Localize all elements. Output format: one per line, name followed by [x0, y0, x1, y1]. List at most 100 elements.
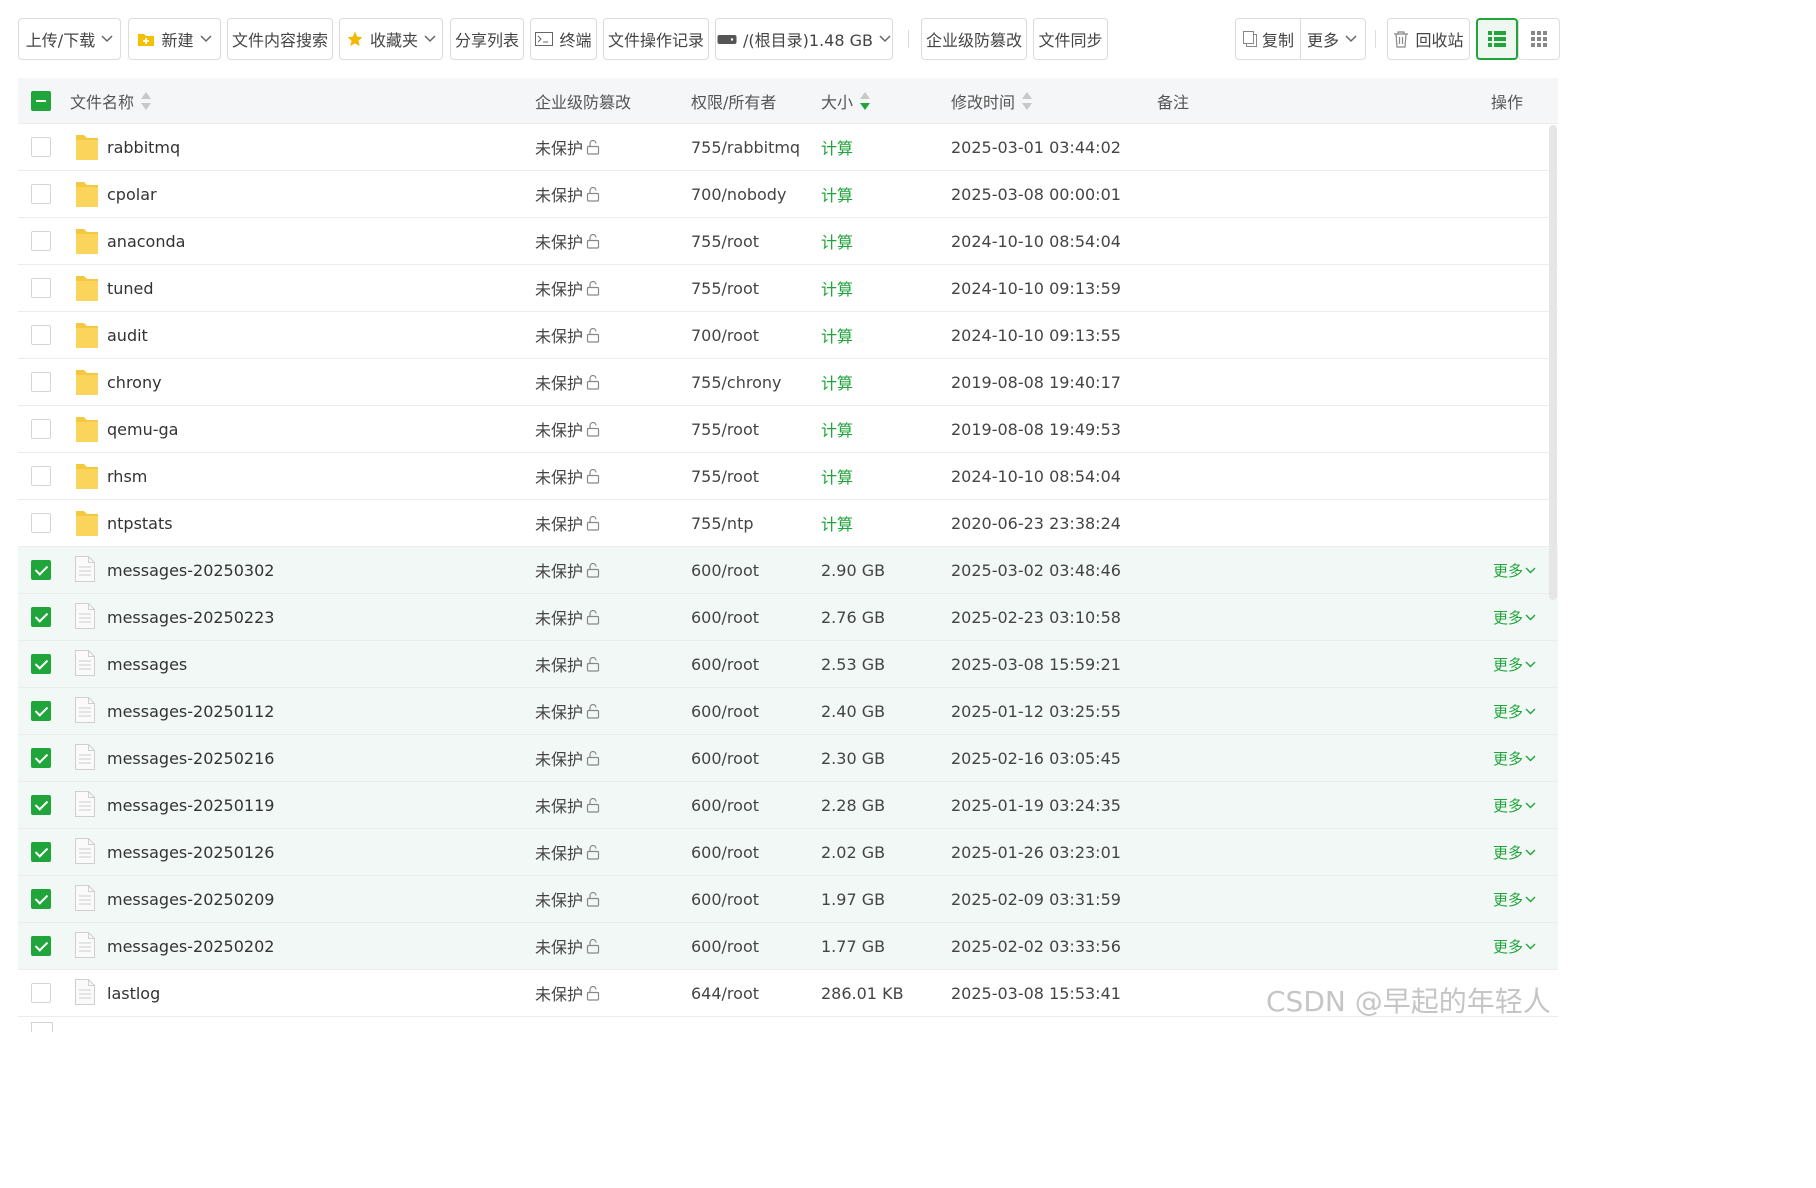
- row-checkbox[interactable]: [31, 325, 51, 345]
- table-row[interactable]: rhsm 未保护 755/root 计算 2024-10-10 08:54:04: [18, 453, 1558, 500]
- protect-status[interactable]: 未保护: [535, 218, 601, 264]
- perm-owner[interactable]: 700/root: [691, 312, 759, 358]
- table-row[interactable]: messages-20250216 未保护 600/root 2.30 GB 2…: [18, 735, 1558, 782]
- table-row[interactable]: audit 未保护 700/root 计算 2024-10-10 09:13:5…: [18, 312, 1558, 359]
- row-checkbox[interactable]: [31, 231, 51, 251]
- recycle-bin-button[interactable]: 回收站: [1387, 18, 1470, 60]
- row-checkbox[interactable]: [31, 748, 51, 768]
- row-more-button[interactable]: 更多: [1493, 735, 1536, 781]
- select-all-checkbox[interactable]: [31, 91, 51, 111]
- row-more-button[interactable]: 更多: [1493, 876, 1536, 922]
- table-row[interactable]: anaconda 未保护 755/root 计算 2024-10-10 08:5…: [18, 218, 1558, 265]
- file-sync-button[interactable]: 文件同步: [1033, 18, 1108, 60]
- file-name[interactable]: messages-20250223: [107, 594, 274, 640]
- perm-owner[interactable]: 755/rabbitmq: [691, 124, 800, 170]
- table-row[interactable]: ntpstats 未保护 755/ntp 计算 2020-06-23 23:38…: [18, 500, 1558, 547]
- row-checkbox[interactable]: [31, 513, 51, 533]
- file-name[interactable]: messages-20250302: [107, 547, 274, 593]
- file-name[interactable]: tuned: [107, 265, 154, 311]
- perm-owner[interactable]: 755/root: [691, 265, 759, 311]
- protect-status[interactable]: 未保护: [535, 547, 601, 593]
- protect-status[interactable]: 未保护: [535, 782, 601, 828]
- header-mtime[interactable]: 修改时间: [951, 78, 1033, 123]
- row-more-button[interactable]: 更多: [1493, 641, 1536, 687]
- file-name[interactable]: chrony: [107, 359, 162, 405]
- protect-status[interactable]: 未保护: [535, 829, 601, 875]
- row-more-button[interactable]: 更多: [1493, 594, 1536, 640]
- file-name[interactable]: lastlog: [107, 970, 160, 1016]
- perm-owner[interactable]: 600/root: [691, 688, 759, 734]
- protect-status[interactable]: 未保护: [535, 312, 601, 358]
- file-name[interactable]: messages-20250202: [107, 923, 274, 969]
- protect-status[interactable]: 未保护: [535, 876, 601, 922]
- perm-owner[interactable]: 700/nobody: [691, 171, 786, 217]
- table-row[interactable]: tuned 未保护 755/root 计算 2024-10-10 09:13:5…: [18, 265, 1558, 312]
- table-row[interactable]: messages-20250209 未保护 600/root 1.97 GB 2…: [18, 876, 1558, 923]
- more-button[interactable]: 更多: [1301, 27, 1363, 51]
- file-name[interactable]: messages-20250126: [107, 829, 274, 875]
- row-checkbox[interactable]: [31, 1022, 53, 1032]
- header-size[interactable]: 大小: [821, 78, 871, 123]
- perm-owner[interactable]: 600/root: [691, 876, 759, 922]
- perm-owner[interactable]: 755/root: [691, 453, 759, 499]
- row-checkbox[interactable]: [31, 137, 51, 157]
- table-row[interactable]: messages-20250223 未保护 600/root 2.76 GB 2…: [18, 594, 1558, 641]
- file-name[interactable]: messages-20250209: [107, 876, 274, 922]
- protect-status[interactable]: 未保护: [535, 500, 601, 546]
- perm-owner[interactable]: 600/root: [691, 829, 759, 875]
- file-name[interactable]: messages: [107, 641, 187, 687]
- calc-size-link[interactable]: 计算: [821, 500, 853, 546]
- row-checkbox[interactable]: [31, 466, 51, 486]
- file-name[interactable]: cpolar: [107, 171, 157, 217]
- protect-status[interactable]: 未保护: [535, 923, 601, 969]
- perm-owner[interactable]: 600/root: [691, 735, 759, 781]
- table-row[interactable]: chrony 未保护 755/chrony 计算 2019-08-08 19:4…: [18, 359, 1558, 406]
- calc-size-link[interactable]: 计算: [821, 218, 853, 264]
- row-more-button[interactable]: 更多: [1493, 829, 1536, 875]
- protect-status[interactable]: 未保护: [535, 970, 601, 1016]
- perm-owner[interactable]: 600/root: [691, 547, 759, 593]
- table-row[interactable]: messages-20250112 未保护 600/root 2.40 GB 2…: [18, 688, 1558, 735]
- protect-status[interactable]: 未保护: [535, 359, 601, 405]
- tamper-protect-button[interactable]: 企业级防篡改: [921, 18, 1027, 60]
- row-checkbox[interactable]: [31, 372, 51, 392]
- perm-owner[interactable]: 600/root: [691, 782, 759, 828]
- upload-download-button[interactable]: 上传/下载: [18, 18, 121, 60]
- table-row[interactable]: messages-20250119 未保护 600/root 2.28 GB 2…: [18, 782, 1558, 829]
- protect-status[interactable]: 未保护: [535, 594, 601, 640]
- operation-log-button[interactable]: 文件操作记录: [603, 18, 709, 60]
- perm-owner[interactable]: 755/root: [691, 406, 759, 452]
- row-more-button[interactable]: 更多: [1493, 688, 1536, 734]
- calc-size-link[interactable]: 计算: [821, 453, 853, 499]
- calc-size-link[interactable]: 计算: [821, 312, 853, 358]
- table-row[interactable]: cpolar 未保护 700/nobody 计算 2025-03-08 00:0…: [18, 171, 1558, 218]
- grid-view-button[interactable]: [1518, 18, 1560, 60]
- perm-owner[interactable]: 644/root: [691, 970, 759, 1016]
- file-name[interactable]: qemu-ga: [107, 406, 178, 452]
- calc-size-link[interactable]: 计算: [821, 171, 853, 217]
- row-checkbox[interactable]: [31, 936, 51, 956]
- table-row[interactable]: qemu-ga 未保护 755/root 计算 2019-08-08 19:49…: [18, 406, 1558, 453]
- share-list-button[interactable]: 分享列表: [450, 18, 524, 60]
- row-more-button[interactable]: 更多: [1493, 547, 1536, 593]
- table-row[interactable]: messages-20250302 未保护 600/root 2.90 GB 2…: [18, 547, 1558, 594]
- perm-owner[interactable]: 600/root: [691, 923, 759, 969]
- file-name[interactable]: messages-20250216: [107, 735, 274, 781]
- file-name[interactable]: rabbitmq: [107, 124, 180, 170]
- row-checkbox[interactable]: [31, 889, 51, 909]
- protect-status[interactable]: 未保护: [535, 171, 601, 217]
- row-checkbox[interactable]: [31, 419, 51, 439]
- file-name[interactable]: ntpstats: [107, 500, 173, 546]
- row-checkbox[interactable]: [31, 560, 51, 580]
- perm-owner[interactable]: 600/root: [691, 641, 759, 687]
- perm-owner[interactable]: 600/root: [691, 594, 759, 640]
- perm-owner[interactable]: 755/root: [691, 218, 759, 264]
- calc-size-link[interactable]: 计算: [821, 406, 853, 452]
- protect-status[interactable]: 未保护: [535, 641, 601, 687]
- copy-button[interactable]: 复制: [1236, 27, 1300, 51]
- disk-select[interactable]: /(根目录)1.48 GB: [715, 18, 893, 60]
- row-checkbox[interactable]: [31, 278, 51, 298]
- table-row[interactable]: messages-20250202 未保护 600/root 1.77 GB 2…: [18, 923, 1558, 970]
- perm-owner[interactable]: 755/ntp: [691, 500, 754, 546]
- protect-status[interactable]: 未保护: [535, 453, 601, 499]
